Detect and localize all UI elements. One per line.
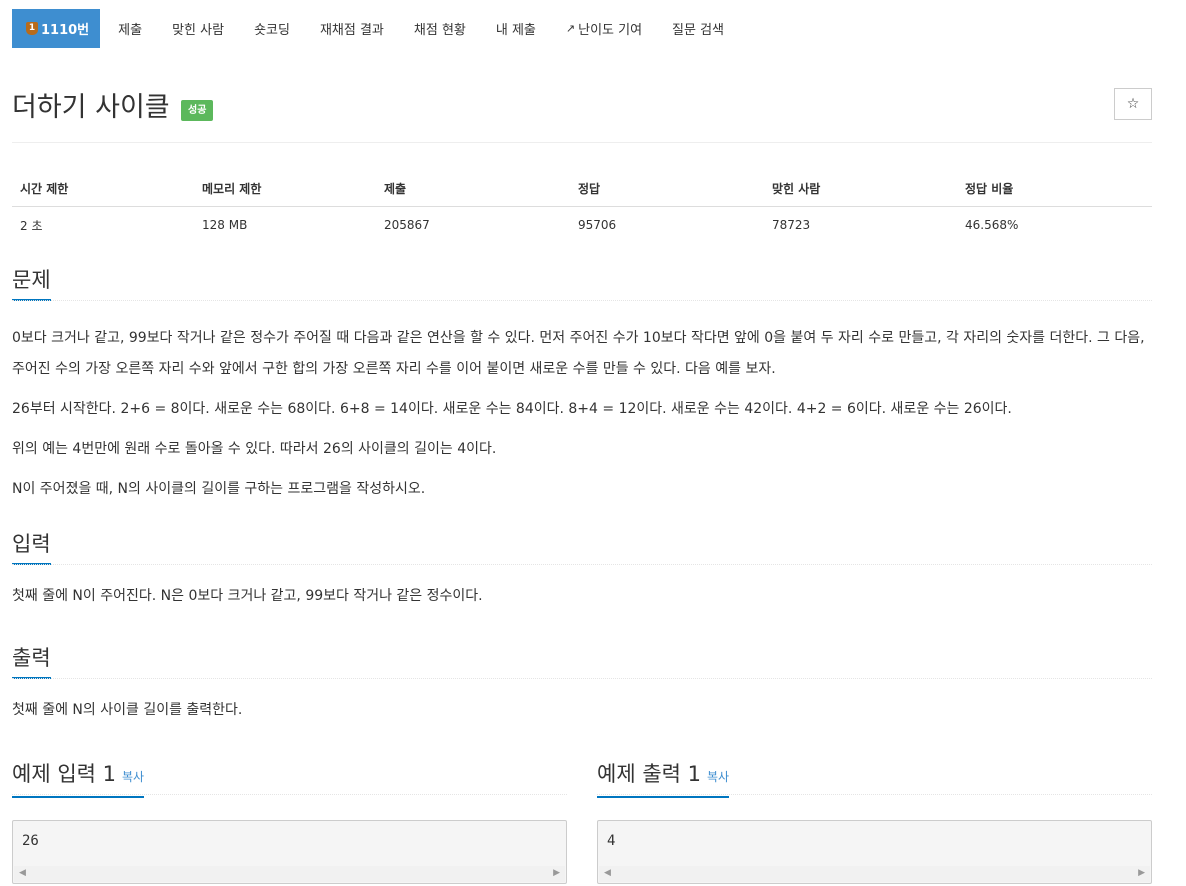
value-time-limit: 2 초 — [20, 218, 43, 233]
value-submissions: 205867 — [384, 218, 430, 232]
description-paragraph: 0보다 크거나 같고, 99보다 작거나 같은 정수가 주어질 때 다음과 같은… — [12, 330, 1145, 377]
input-body: 첫째 줄에 N이 주어진다. N은 0보다 크거나 같고, 99보다 작거나 같… — [12, 581, 1152, 612]
nav-short-coding[interactable]: 숏코딩 — [239, 9, 305, 48]
sample-output-box[interactable]: 4 ◀ ▶ — [597, 820, 1152, 884]
header-memory-limit: 메모리 제한 — [194, 170, 376, 207]
star-icon: ☆ — [1126, 96, 1140, 112]
sample-input-heading: 예제 입력 1 복사 — [12, 759, 145, 798]
scroll-right-icon[interactable]: ▶ — [1138, 868, 1145, 878]
description-heading: 문제 — [12, 265, 51, 301]
favorite-button[interactable]: ☆ — [1114, 88, 1152, 120]
output-section: 출력 첫째 줄에 N의 사이클 길이를 출력한다. — [12, 643, 1152, 735]
header-accept-ratio: 정답 비율 — [957, 170, 1152, 207]
input-heading: 입력 — [12, 529, 51, 565]
section-divider — [12, 564, 1152, 565]
scroll-left-icon[interactable]: ◀ — [604, 868, 611, 878]
table-row: 2 초 128 MB 205867 95706 78723 46.568% — [12, 207, 1152, 244]
header-time-limit: 시간 제한 — [12, 170, 194, 207]
copy-input-button[interactable]: 복사 — [122, 770, 144, 784]
output-description: 첫째 줄에 N의 사이클 길이를 출력한다. — [12, 702, 243, 718]
value-accepted: 95706 — [578, 218, 617, 232]
table-header-row: 시간 제한 메모리 제한 제출 정답 맞힌 사람 정답 비율 — [12, 170, 1152, 207]
header-submissions: 제출 — [376, 170, 570, 207]
section-divider — [12, 300, 1152, 301]
description-paragraph: 26부터 시작한다. 2+6 = 8이다. 새로운 수는 68이다. 6+8 =… — [12, 401, 1012, 417]
input-heading-wrap: 입력 — [12, 529, 1152, 565]
external-link-icon: ↗ — [565, 22, 576, 35]
value-solved-users: 78723 — [772, 218, 811, 232]
copy-output-button[interactable]: 복사 — [707, 770, 729, 784]
horizontal-scrollbar[interactable]: ◀ ▶ — [599, 866, 1150, 882]
trophy-icon: 1 — [26, 22, 38, 35]
output-body: 첫째 줄에 N의 사이클 길이를 출력한다. — [12, 695, 1152, 726]
nav-my-submissions[interactable]: 내 제출 — [481, 9, 551, 48]
scroll-left-icon[interactable]: ◀ — [19, 868, 26, 878]
sample-input-title: 예제 입력 1 — [12, 762, 116, 786]
sample-input-box[interactable]: 26 ◀ ▶ — [12, 820, 567, 884]
sample-input-heading-wrap: 예제 입력 1 복사 — [12, 759, 567, 798]
page-title: 더하기 사이클 — [12, 92, 170, 123]
title-divider — [12, 142, 1152, 143]
input-description: 첫째 줄에 N이 주어진다. N은 0보다 크거나 같고, 99보다 작거나 같… — [12, 588, 483, 604]
value-memory-limit: 128 MB — [202, 218, 248, 232]
sample-output-heading-wrap: 예제 출력 1 복사 — [597, 759, 1152, 798]
nav-difficulty-label: 난이도 기여 — [578, 23, 643, 38]
description-paragraph: N이 주어졌을 때, N의 사이클의 길이를 구하는 프로그램을 작성하시오. — [12, 481, 426, 497]
nav-difficulty-contribution[interactable]: ↗ 난이도 기여 — [551, 9, 657, 48]
nav-problem-tab[interactable]: 1 1110번 — [12, 9, 101, 48]
status-badge: 성공 — [181, 100, 214, 121]
description-body: 0보다 크거나 같고, 99보다 작거나 같은 정수가 주어질 때 다음과 같은… — [12, 323, 1152, 505]
nav-question-search[interactable]: 질문 검색 — [657, 9, 739, 48]
scroll-right-icon[interactable]: ▶ — [553, 868, 560, 878]
sample-output-panel: 예제 출력 1 복사 4 ◀ ▶ — [597, 759, 1152, 884]
output-heading-wrap: 출력 — [12, 643, 1152, 679]
problem-header: 더하기 사이클 성공 ☆ — [12, 88, 1152, 128]
sample-output-heading: 예제 출력 1 복사 — [597, 759, 730, 798]
sample-input-content: 26 — [22, 833, 39, 849]
output-heading: 출력 — [12, 643, 51, 679]
nav-rejudge-results[interactable]: 재채점 결과 — [305, 9, 399, 48]
description-paragraph: 위의 예는 4번만에 원래 수로 돌아올 수 있다. 따라서 26의 사이클의 … — [12, 441, 497, 457]
value-accept-ratio: 46.568% — [965, 218, 1019, 232]
section-divider — [12, 794, 567, 795]
problem-info-table: 시간 제한 메모리 제한 제출 정답 맞힌 사람 정답 비율 2 초 128 M… — [12, 170, 1152, 243]
problem-nav: 1 1110번 제출 맞힌 사람 숏코딩 재채점 결과 채점 현황 내 제출 ↗… — [12, 9, 1152, 48]
section-divider — [597, 794, 1152, 795]
nav-problem-number: 1110번 — [41, 23, 90, 38]
description-heading-wrap: 문제 — [12, 265, 1152, 301]
nav-judge-status[interactable]: 채점 현황 — [399, 9, 481, 48]
header-accepted: 정답 — [570, 170, 764, 207]
input-section: 입력 첫째 줄에 N이 주어진다. N은 0보다 크거나 같고, 99보다 작거… — [12, 529, 1152, 621]
sample-input-panel: 예제 입력 1 복사 26 ◀ ▶ — [12, 759, 567, 884]
horizontal-scrollbar[interactable]: ◀ ▶ — [14, 866, 565, 882]
header-solved-users: 맞힌 사람 — [764, 170, 957, 207]
nav-solved-users[interactable]: 맞힌 사람 — [157, 9, 239, 48]
description-section: 문제 0보다 크거나 같고, 99보다 작거나 같은 정수가 주어질 때 다음과… — [12, 265, 1152, 514]
sample-output-title: 예제 출력 1 — [597, 762, 701, 786]
nav-submit[interactable]: 제출 — [103, 9, 157, 48]
sample-output-content: 4 — [607, 833, 616, 849]
section-divider — [12, 678, 1152, 679]
